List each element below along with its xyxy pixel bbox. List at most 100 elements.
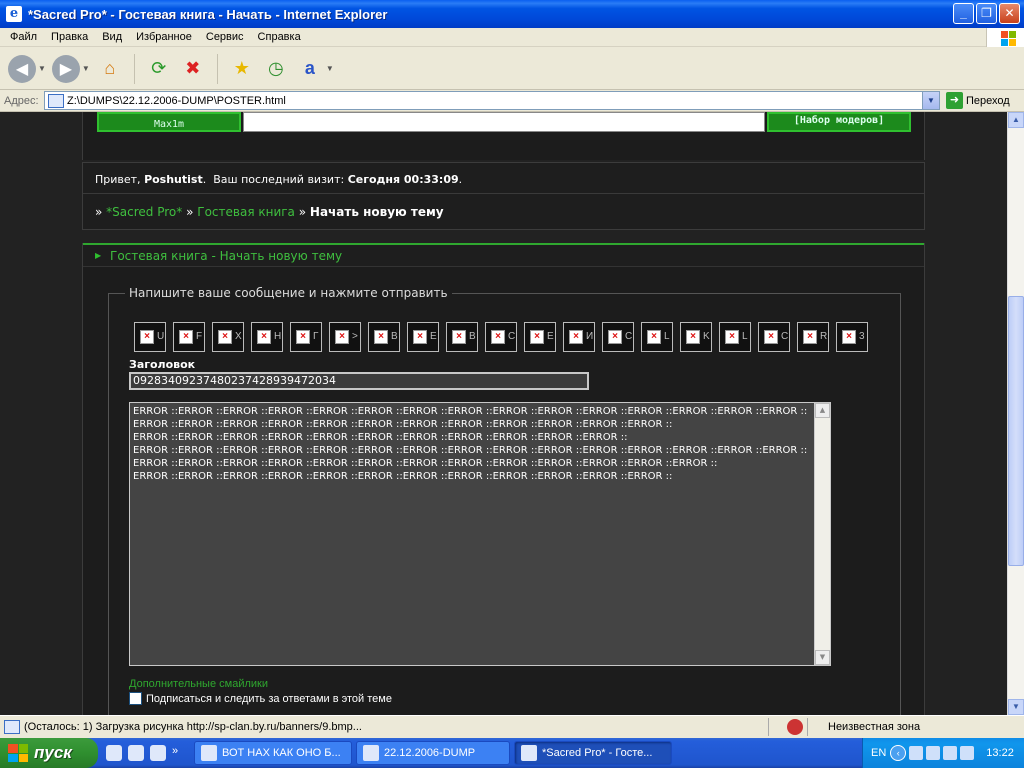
minimize-button[interactable]: _ xyxy=(953,3,974,24)
start-button[interactable]: пуск xyxy=(0,738,98,768)
bbcode-button-label: И xyxy=(586,331,594,342)
tray-icon[interactable] xyxy=(960,746,975,760)
bbcode-button[interactable]: × R xyxy=(797,322,829,352)
taskbar-item[interactable]: ВОТ НАХ КАК ОНО Б... xyxy=(194,741,352,765)
windows-logo-icon xyxy=(986,28,1024,47)
tray-icon[interactable] xyxy=(926,746,941,760)
address-dropdown-icon[interactable]: ▼ xyxy=(922,92,939,109)
menu-tools[interactable]: Сервис xyxy=(199,31,251,43)
scroll-up-icon[interactable]: ▲ xyxy=(1008,112,1024,128)
encoding-icon[interactable]: a xyxy=(296,55,324,83)
bbcode-button[interactable]: × B xyxy=(446,322,478,352)
window-title: *Sacred Pro* - Гостевая книга - Начать -… xyxy=(28,6,388,22)
scroll-up-icon[interactable]: ▲ xyxy=(815,403,830,418)
welcome-panel: Привет, Poshutist. Ваш последний визит: … xyxy=(82,162,925,230)
message-scrollbar[interactable]: ▲ ▼ xyxy=(814,403,830,665)
breadcrumb-current: Начать новую тему xyxy=(309,205,444,219)
bbcode-button-label: X xyxy=(235,331,242,342)
taskbar-item-active[interactable]: *Sacred Pro* - Госте... xyxy=(514,741,672,765)
go-button[interactable]: ➜ Переход xyxy=(946,92,1010,109)
broken-image-icon: × xyxy=(686,330,700,344)
banner-left-cell[interactable]: Max1m xyxy=(97,112,241,132)
taskbar-item[interactable]: 22.12.2006-DUMP xyxy=(356,741,510,765)
forward-dropdown-icon[interactable]: ▼ xyxy=(82,64,90,73)
scroll-down-icon[interactable]: ▼ xyxy=(1008,699,1024,715)
address-value[interactable]: Z:\DUMPS\22.12.2006-DUMP\POSTER.html xyxy=(67,95,286,107)
bbcode-button-label: E xyxy=(430,331,437,342)
bbcode-button[interactable]: × И xyxy=(563,322,595,352)
back-dropdown-icon[interactable]: ▼ xyxy=(38,64,46,73)
menu-favorites[interactable]: Избранное xyxy=(129,31,199,43)
blocked-content-icon[interactable] xyxy=(787,718,803,735)
bbcode-button[interactable]: × Г xyxy=(290,322,322,352)
broken-image-icon: × xyxy=(413,330,427,344)
menu-view[interactable]: Вид xyxy=(95,31,129,43)
bbcode-button[interactable]: × E xyxy=(524,322,556,352)
favorites-icon[interactable]: ★ xyxy=(228,55,256,83)
breadcrumb-guestbook-link[interactable]: Гостевая книга xyxy=(197,205,295,219)
page-scrollbar[interactable]: ▲ ▼ xyxy=(1007,112,1024,715)
more-smilies-link[interactable]: Дополнительные смайлики xyxy=(129,678,268,690)
status-separator xyxy=(807,717,808,736)
message-textarea[interactable]: ERROR ::ERROR ::ERROR ::ERROR ::ERROR ::… xyxy=(129,402,831,666)
bbcode-button[interactable]: × H xyxy=(251,322,283,352)
forward-icon[interactable]: ▶ xyxy=(51,54,80,83)
banner-blank-cell xyxy=(243,112,765,132)
bbcode-button[interactable]: × X xyxy=(212,322,244,352)
subscribe-checkbox[interactable] xyxy=(129,692,142,705)
history-icon[interactable]: ◷ xyxy=(262,55,290,83)
menu-file[interactable]: Файл xyxy=(0,31,44,43)
stop-icon[interactable]: ✖ xyxy=(179,55,207,83)
menu-help[interactable]: Справка xyxy=(251,31,308,43)
bbcode-button[interactable]: × C xyxy=(602,322,634,352)
bbcode-button[interactable]: × L xyxy=(641,322,673,352)
address-bar: Адрес: Z:\DUMPS\22.12.2006-DUMP\POSTER.h… xyxy=(0,90,1024,112)
message-text: ERROR ::ERROR ::ERROR ::ERROR ::ERROR ::… xyxy=(133,406,808,482)
menu-edit[interactable]: Правка xyxy=(44,31,95,43)
page-viewport: Max1m [Набор модеров] Привет, Poshutist.… xyxy=(0,112,1007,715)
toolbar-separator xyxy=(133,53,135,84)
address-input[interactable]: Z:\DUMPS\22.12.2006-DUMP\POSTER.html ▼ xyxy=(44,91,940,110)
tray-icon[interactable] xyxy=(943,746,958,760)
bbcode-button[interactable]: × K xyxy=(680,322,712,352)
bbcode-button[interactable]: × C xyxy=(485,322,517,352)
maximize-button[interactable]: ❐ xyxy=(976,3,997,24)
divider xyxy=(83,193,924,194)
quick-launch-icon[interactable] xyxy=(128,745,144,761)
bbcode-button[interactable]: × L xyxy=(719,322,751,352)
subscribe-option[interactable]: Подписаться и следить за ответами в этой… xyxy=(129,692,392,705)
quick-launch-icon[interactable] xyxy=(150,745,166,761)
show-hidden-icons-icon[interactable]: ‹ xyxy=(890,745,907,761)
bbcode-button[interactable]: × C xyxy=(758,322,790,352)
back-icon[interactable]: ◀ xyxy=(8,54,36,83)
breadcrumb-separator: » xyxy=(298,205,307,219)
tray-icon[interactable] xyxy=(909,746,924,760)
moderator-recruit-button[interactable]: [Набор модеров] xyxy=(767,112,911,132)
home-icon[interactable]: ⌂ xyxy=(96,55,124,83)
close-button[interactable]: ✕ xyxy=(999,3,1020,24)
breadcrumb-site-link[interactable]: *Sacred Pro* xyxy=(106,205,182,219)
breadcrumb: » *Sacred Pro* » Гостевая книга » Начать… xyxy=(95,205,444,219)
quick-launch-more-icon[interactable]: » xyxy=(172,745,182,761)
bbcode-button[interactable]: × > xyxy=(329,322,361,352)
language-indicator[interactable]: EN xyxy=(871,747,886,759)
bbcode-button[interactable]: × U xyxy=(134,322,166,352)
bbcode-button[interactable]: × F xyxy=(173,322,205,352)
address-label: Адрес: xyxy=(4,94,39,107)
bbcode-button[interactable]: × B xyxy=(368,322,400,352)
quick-launch-icon[interactable] xyxy=(106,745,122,761)
bbcode-button[interactable]: × 3 xyxy=(836,322,868,352)
broken-image-icon: × xyxy=(842,330,856,344)
encoding-dropdown-icon[interactable]: ▼ xyxy=(326,64,334,73)
post-form: Напишите ваше сообщение и нажмите отправ… xyxy=(108,286,901,715)
subject-input[interactable]: 09283409237480237428939472034 xyxy=(129,372,589,390)
scroll-down-icon[interactable]: ▼ xyxy=(815,650,830,665)
broken-image-icon: × xyxy=(374,330,388,344)
broken-image-icon: × xyxy=(296,330,310,344)
refresh-icon[interactable]: ⟳ xyxy=(145,55,173,83)
bbcode-button[interactable]: × E xyxy=(407,322,439,352)
username[interactable]: Poshutist xyxy=(144,173,203,186)
bbcode-button-label: K xyxy=(703,331,710,342)
scroll-thumb[interactable] xyxy=(1008,296,1024,566)
page-icon xyxy=(48,93,64,108)
